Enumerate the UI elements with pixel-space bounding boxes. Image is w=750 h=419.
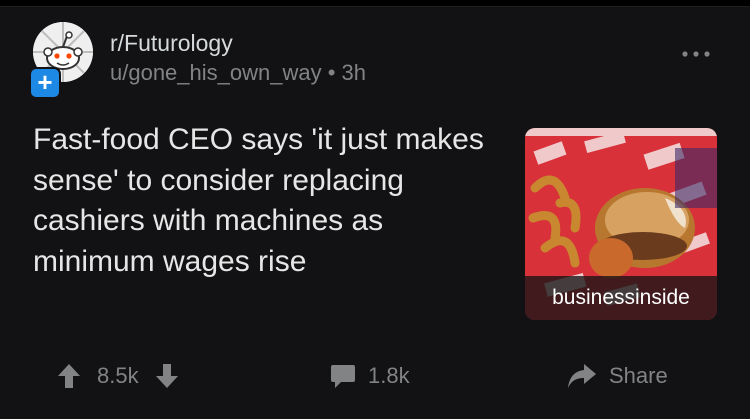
- downvote-arrow-icon[interactable]: [155, 363, 179, 389]
- comment-count: 1.8k: [368, 363, 410, 388]
- share-button[interactable]: Share: [567, 358, 668, 394]
- share-arrow-icon: [567, 363, 597, 389]
- post-card[interactable]: + r/Futurology u/gone_his_own_way • 3h F…: [0, 6, 750, 419]
- comment-bubble-icon: [330, 363, 356, 389]
- post-title[interactable]: Fast-food CEO says 'it just makes sense'…: [33, 120, 493, 282]
- share-label: Share: [609, 363, 668, 388]
- join-plus-icon[interactable]: +: [29, 67, 61, 99]
- more-dots-icon[interactable]: [681, 46, 711, 57]
- comments-button[interactable]: 1.8k: [330, 358, 410, 394]
- thumbnail-source-label: businessinside: [525, 276, 717, 320]
- post-thumbnail[interactable]: businessinside: [525, 128, 717, 320]
- vote-score: 8.5k: [97, 363, 139, 388]
- vote-bar: 8.5k: [57, 358, 179, 394]
- post-author-time: u/gone_his_own_way • 3h: [110, 60, 366, 85]
- upvote-arrow-icon[interactable]: [57, 363, 81, 389]
- divider: [0, 6, 750, 7]
- subreddit-name[interactable]: r/Futurology: [110, 30, 233, 57]
